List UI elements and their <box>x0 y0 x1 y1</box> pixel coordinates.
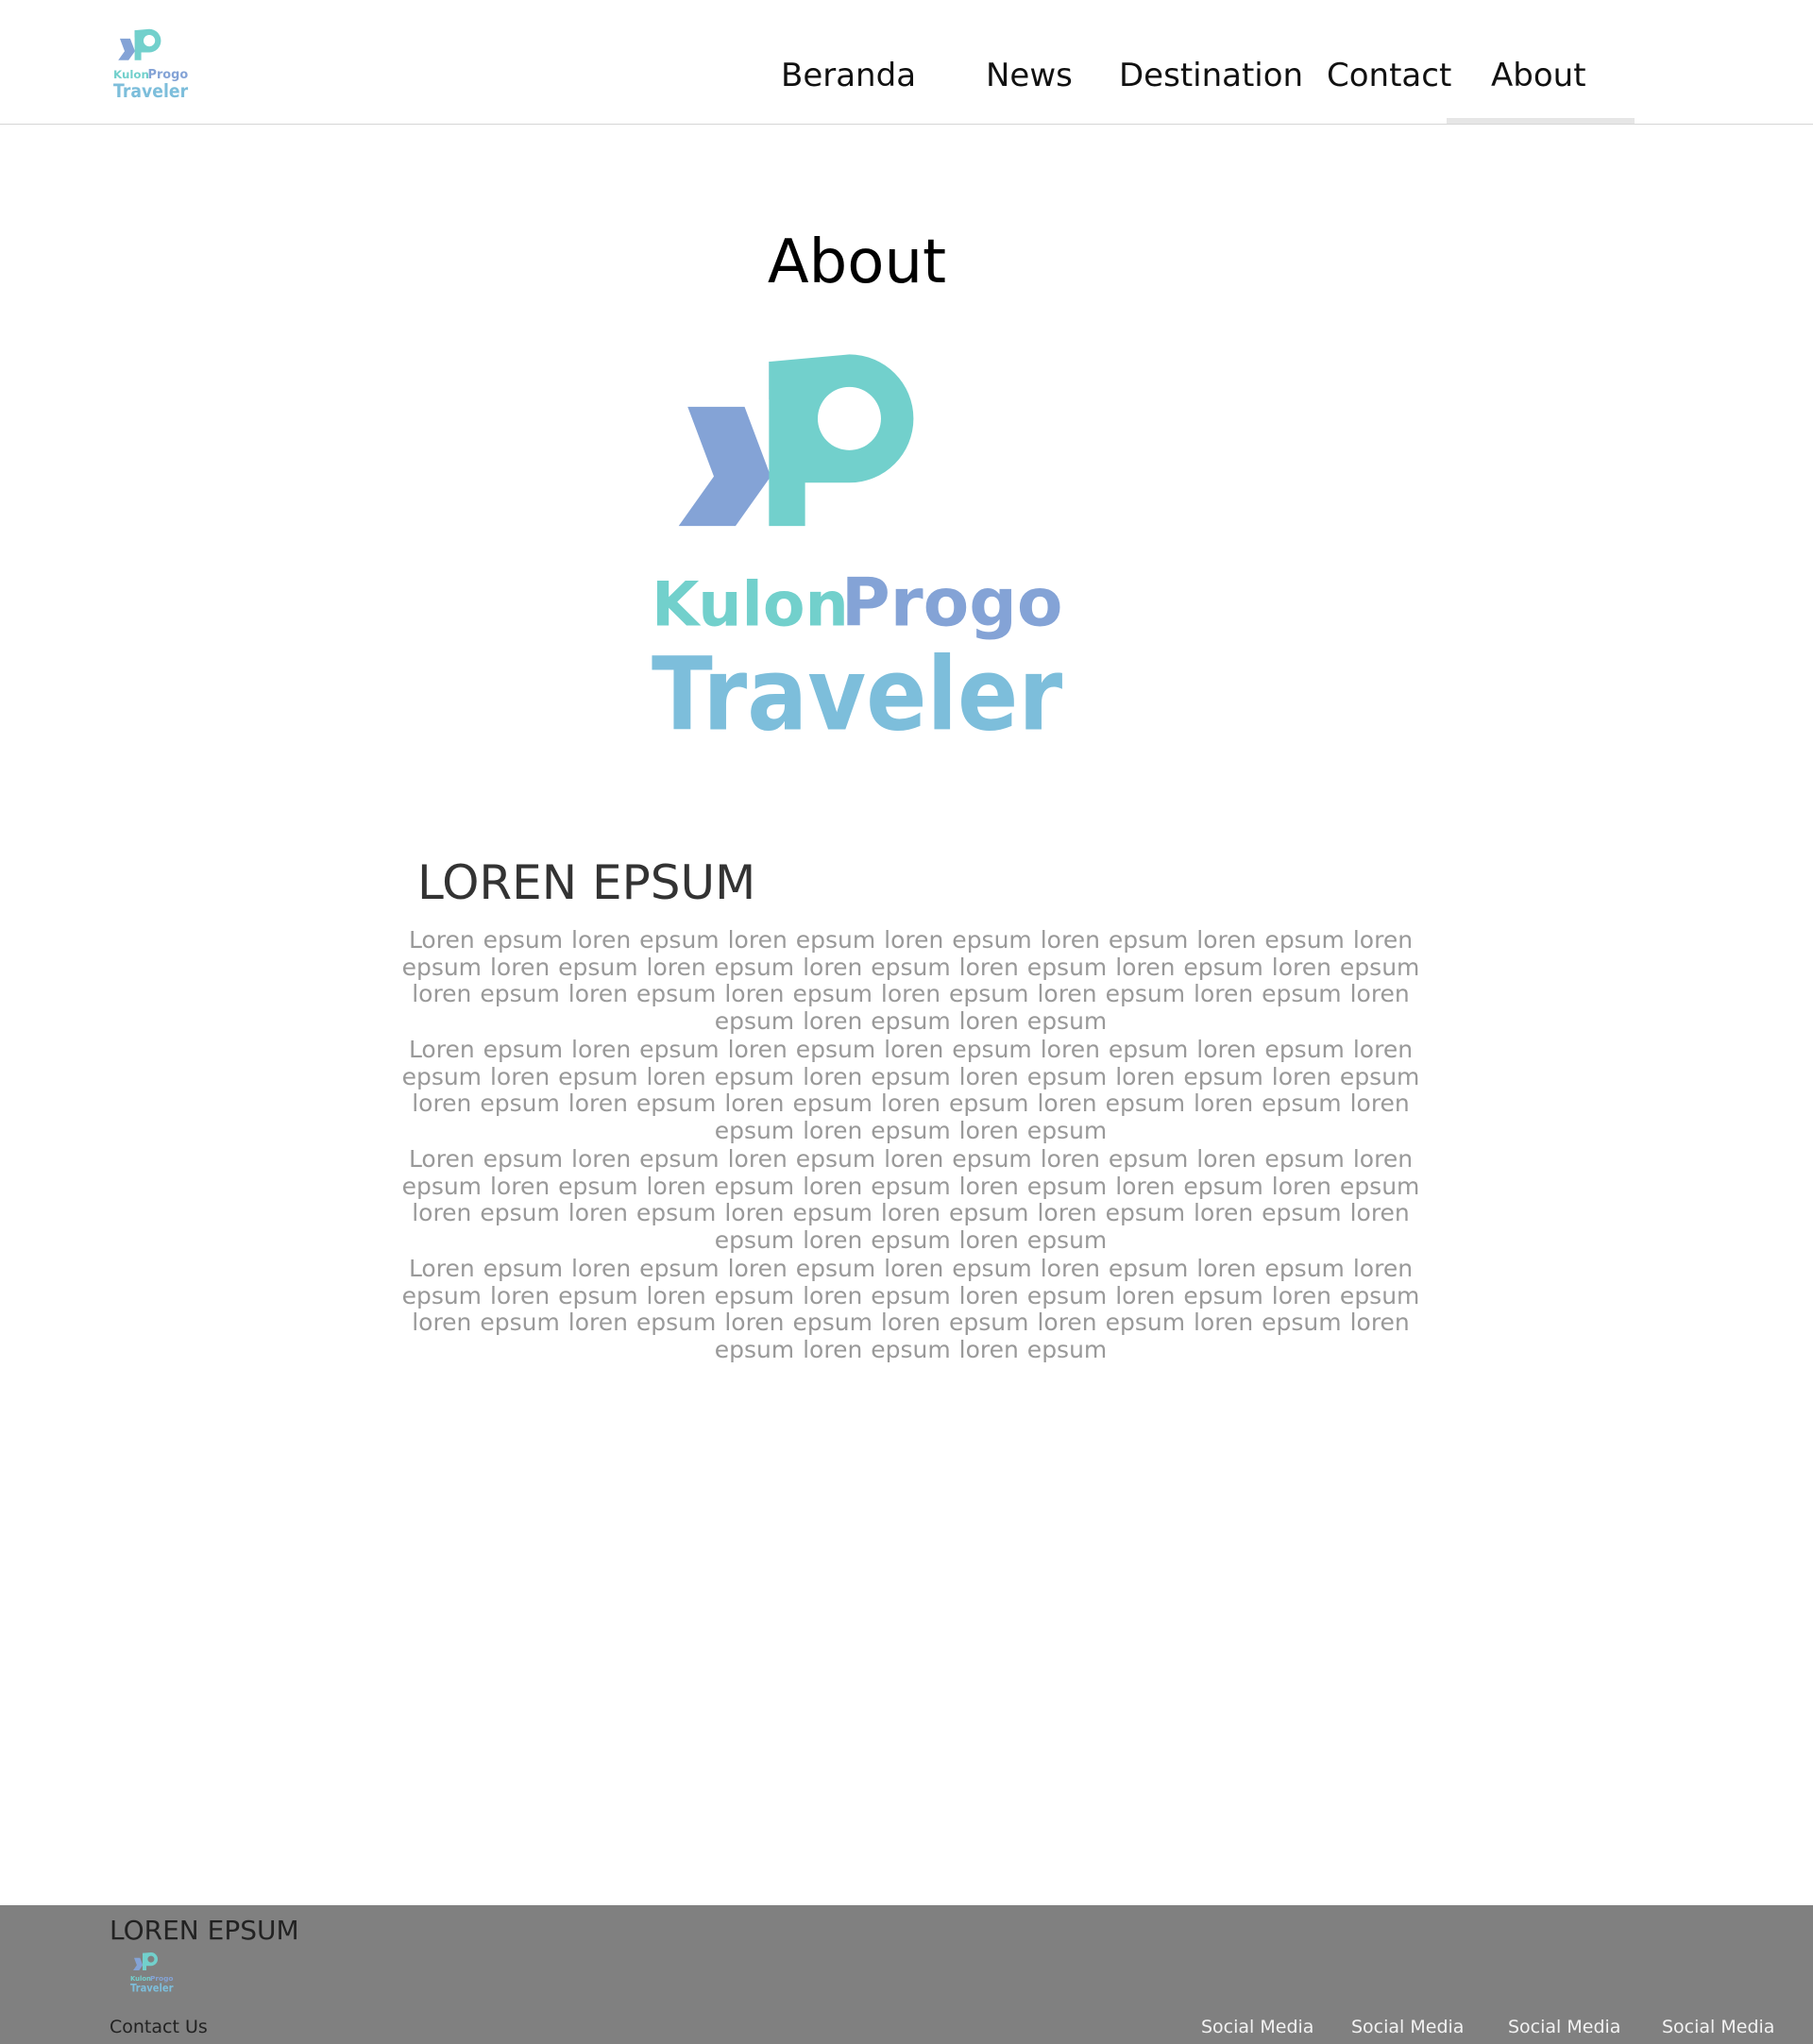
hero-logo-word-traveler: Traveler <box>652 636 1062 753</box>
kp-logo-icon <box>118 28 161 60</box>
footer-contact-link[interactable]: Contact Us <box>110 2017 208 2037</box>
nav-item-destination[interactable]: Destination <box>1119 57 1303 94</box>
hero-logo-word-progo: Progo <box>841 563 1063 641</box>
footer-heading: LOREN EPSUM <box>110 1915 299 1946</box>
about-body-text: Loren epsum loren epsum loren epsum lore… <box>389 926 1432 1365</box>
nav-active-indicator <box>1447 118 1635 124</box>
nav-item-about[interactable]: About <box>1491 57 1586 94</box>
site-header: Kulon Progo Traveler Beranda News Destin… <box>0 0 1813 125</box>
section-heading: LOREN EPSUM <box>417 855 756 910</box>
social-media-link[interactable]: Social Media <box>1662 2017 1774 2037</box>
about-paragraph: Loren epsum loren epsum loren epsum lore… <box>401 1255 1420 1363</box>
page-title: About <box>767 228 947 297</box>
site-footer: LOREN EPSUM Kulon Progo Traveler Contact… <box>0 1905 1813 2044</box>
footer-logo-word-traveler: Traveler <box>130 1983 174 1995</box>
kp-logo-icon <box>678 354 914 527</box>
footer-logo-word-progo: Progo <box>150 1974 174 1983</box>
hero-logo-word-kulon: Kulon <box>652 569 849 640</box>
footer-logo[interactable]: Kulon Progo Traveler <box>130 1952 174 1998</box>
about-paragraph: Loren epsum loren epsum loren epsum lore… <box>401 926 1420 1035</box>
footer-logo-word-kulon: Kulon <box>130 1975 151 1983</box>
nav-item-contact[interactable]: Contact <box>1327 57 1451 94</box>
social-media-link[interactable]: Social Media <box>1508 2017 1620 2037</box>
kp-logo-icon <box>133 1952 158 1970</box>
hero-logo: Kulon Progo Traveler <box>652 354 1063 753</box>
about-paragraph: Loren epsum loren epsum loren epsum lore… <box>401 1036 1420 1144</box>
social-media-link[interactable]: Social Media <box>1351 2017 1464 2037</box>
about-paragraph: Loren epsum loren epsum loren epsum lore… <box>401 1145 1420 1254</box>
logo-word-kulon: Kulon <box>113 68 149 81</box>
social-media-link[interactable]: Social Media <box>1201 2017 1313 2037</box>
logo-word-traveler: Traveler <box>113 80 188 102</box>
nav-item-news[interactable]: News <box>986 57 1073 94</box>
site-logo[interactable]: Kulon Progo Traveler <box>113 28 189 109</box>
nav-item-beranda[interactable]: Beranda <box>781 57 916 94</box>
logo-word-progo: Progo <box>148 68 189 82</box>
